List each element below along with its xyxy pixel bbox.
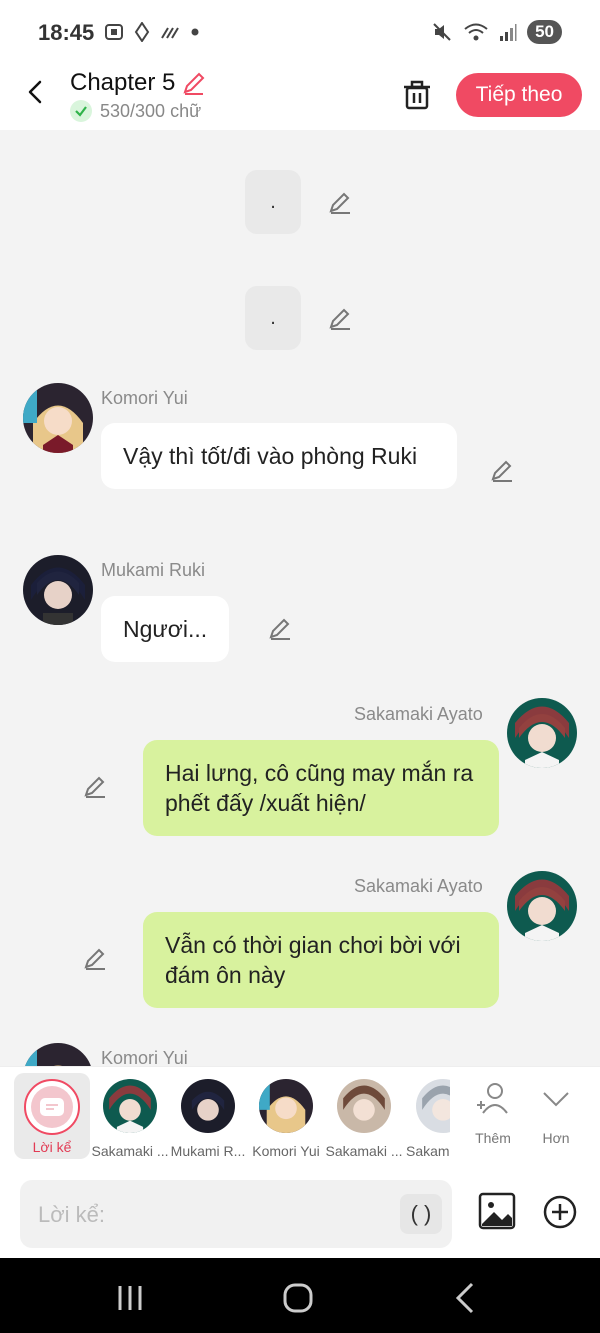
vpn-icon [134, 22, 150, 42]
status-icons-right: 50 [431, 20, 562, 44]
signal-lines-icon [161, 27, 179, 39]
character-sakamaki-partial[interactable]: Sakam [402, 1075, 450, 1159]
narrator-avatar [24, 1079, 80, 1135]
edit-icon[interactable] [83, 774, 109, 800]
message-bubble[interactable]: Hai lưng, cô cũng may mắn ra phết đấy /x… [143, 740, 499, 836]
trash-icon[interactable] [400, 78, 434, 112]
add-user-icon [477, 1083, 508, 1114]
character-label: Komori Yui [252, 1143, 320, 1159]
back-icon[interactable] [446, 1278, 486, 1318]
avatar [337, 1079, 391, 1133]
sender-name: Mukami Ruki [101, 560, 206, 580]
character-sakamaki-ayato[interactable]: Sakamaki ... [90, 1075, 170, 1159]
sender-name: Komori Yui [101, 388, 188, 408]
check-icon [70, 100, 92, 122]
next-button[interactable]: Tiếp theo [456, 73, 582, 117]
character-mukami-ruki[interactable]: Mukami R... [168, 1075, 248, 1159]
chat-bubble-icon [40, 1098, 64, 1116]
image-icon[interactable] [478, 1192, 516, 1230]
chapter-title[interactable]: Chapter 5 [70, 69, 207, 97]
recent-apps-icon[interactable] [110, 1278, 150, 1318]
avatar-sakamaki-ayato[interactable] [507, 871, 577, 941]
edit-title-icon[interactable] [181, 70, 207, 96]
avatar-sakamaki-ayato[interactable] [507, 698, 577, 768]
narration-bubble[interactable]: . [245, 286, 301, 350]
character-label: Sakam [406, 1143, 450, 1159]
mute-icon [433, 23, 451, 41]
character-label: Sakamaki ... [91, 1143, 169, 1159]
navigation-bar [0, 1258, 600, 1333]
character-label: Sakamaki ... [325, 1143, 403, 1159]
sender-name: Komori Yui [101, 1048, 188, 1066]
sender-name: Sakamaki Ayato [354, 876, 483, 896]
sender-name: Sakamaki Ayato [354, 704, 483, 724]
narration-bubble[interactable]: . [245, 170, 301, 234]
battery-indicator: 50 [527, 20, 562, 44]
chevron-down-icon [543, 1092, 569, 1107]
character-sakamaki[interactable]: Sakamaki ... [324, 1075, 404, 1159]
expand-button[interactable]: Hơn [526, 1079, 586, 1146]
edit-icon[interactable] [328, 306, 354, 332]
expand-label: Hơn [542, 1130, 570, 1146]
header: Chapter 5 530/300 chữ Tiếp theo [0, 64, 600, 130]
status-bar: 18:45 50 [0, 0, 600, 64]
add-character-button[interactable]: Thêm [463, 1079, 523, 1146]
narration-text: . [270, 190, 276, 213]
edit-icon[interactable] [268, 616, 294, 642]
add-label: Thêm [475, 1130, 511, 1146]
input-bar: Lời kể: ( ) [0, 1170, 600, 1258]
cell-signal-icon [500, 24, 517, 41]
avatar [259, 1079, 313, 1133]
wifi-icon [464, 23, 488, 41]
home-icon[interactable] [278, 1278, 318, 1318]
add-icon[interactable] [542, 1194, 578, 1230]
avatar [103, 1079, 157, 1133]
edit-icon[interactable] [490, 458, 516, 484]
edit-icon[interactable] [328, 190, 354, 216]
message-bubble[interactable]: Vậy thì tốt/đi vào phòng Ruki [101, 423, 457, 489]
status-time: 18:45 [38, 20, 95, 45]
avatar [181, 1079, 235, 1133]
character-komori-yui[interactable]: Komori Yui [246, 1075, 326, 1159]
narration-text: . [270, 306, 276, 329]
character-label: Mukami R... [170, 1143, 246, 1159]
avatar-komori-yui[interactable] [23, 383, 93, 453]
avatar-mukami-ruki[interactable] [23, 555, 93, 625]
chat-area[interactable]: . . Komori Yui Vậy thì tốt/đi vào phòng … [0, 130, 600, 1066]
word-count: 530/300 chữ [70, 100, 201, 122]
input-placeholder: Lời kể: [38, 1202, 106, 1227]
message-input[interactable]: Lời kể: ( ) [20, 1180, 452, 1248]
character-bar: Lời kể Sakamaki ... Mukami R... Komori Y… [0, 1066, 600, 1170]
edit-icon[interactable] [83, 946, 109, 972]
narrator-selector[interactable]: Lời kể [14, 1073, 90, 1159]
status-icons-left [104, 22, 200, 42]
back-arrow-icon[interactable] [20, 76, 52, 108]
narrator-label: Lời kể [32, 1139, 72, 1155]
dot-icon [191, 28, 199, 36]
message-bubble[interactable]: Ngươi... [101, 596, 230, 662]
message-bubble[interactable]: Vẫn có thời gian chơi bời với đám ôn này [143, 912, 499, 1008]
avatar-komori-yui[interactable] [23, 1043, 93, 1066]
chapter-title-text: Chapter 5 [70, 69, 176, 96]
parentheses-button[interactable]: ( ) [400, 1194, 442, 1234]
screenshot-icon [105, 24, 123, 40]
avatar [416, 1079, 450, 1133]
word-count-text: 530/300 chữ [100, 100, 202, 121]
